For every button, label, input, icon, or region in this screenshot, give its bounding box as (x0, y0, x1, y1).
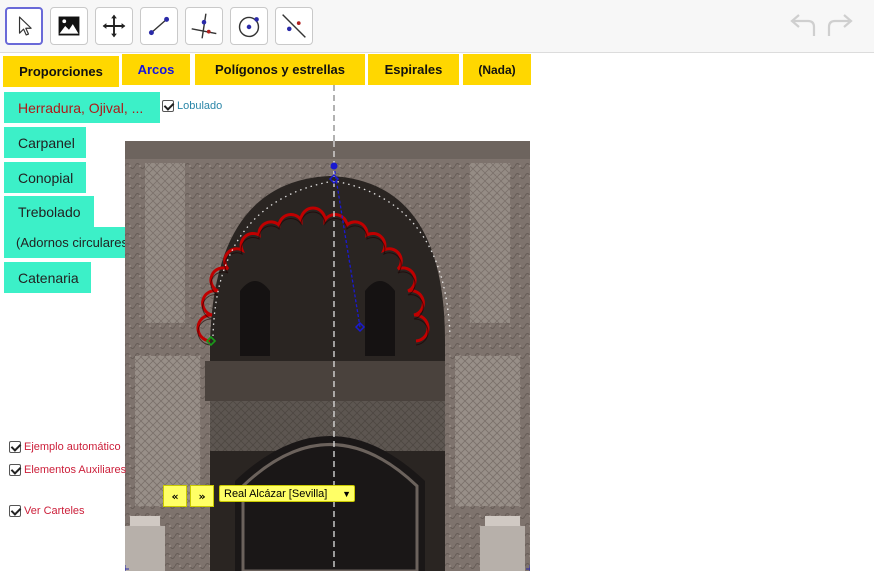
checkbox-checked-icon (9, 441, 21, 453)
checkbox-checked-icon (9, 505, 21, 517)
perpendicular-icon (191, 13, 217, 39)
tab-label: Polígonos y estrellas (214, 62, 346, 77)
checkbox-checked-icon (9, 464, 21, 476)
nav-label: » (198, 489, 206, 503)
arc-carpanel-button[interactable]: Carpanel (4, 127, 86, 158)
arc-catenaria-button[interactable]: Catenaria (4, 262, 91, 293)
arc-adornos-circulares-button[interactable]: (Adornos circulares) (4, 227, 145, 258)
arc-trebolado-button[interactable]: Trebolado (4, 196, 94, 227)
arc-conopial-button[interactable]: Conopial (4, 162, 86, 193)
lobulado-checkbox[interactable]: Lobulado (162, 100, 222, 112)
tab-proporciones[interactable]: Proporciones (3, 56, 119, 87)
undo-icon[interactable] (788, 12, 818, 40)
arc-button-label: Herradura, Ojival, ... (18, 99, 144, 116)
arc-button-label: Conopial (18, 169, 74, 186)
arc-button-label: Carpanel (18, 134, 75, 151)
tab-label: Proporciones (19, 64, 103, 79)
move-tool-button[interactable] (5, 7, 43, 45)
arc-herradura-button[interactable]: Herradura, Ojival, ... (4, 92, 160, 123)
segment-tool-button[interactable] (140, 7, 178, 45)
segment-icon (148, 16, 170, 36)
toolbar (0, 0, 874, 53)
previous-example-button[interactable]: « (163, 485, 187, 507)
chevron-down-icon: ▼ (342, 488, 351, 499)
tab-label: Arcos (137, 62, 175, 77)
nav-label: « (171, 489, 179, 503)
image-icon (58, 16, 80, 36)
tab-poligonos-estrellas[interactable]: Polígonos y estrellas (195, 54, 365, 85)
line-icon (282, 14, 306, 38)
redo-icon[interactable] (825, 12, 855, 40)
tab-arcos[interactable]: Arcos (122, 54, 190, 85)
ejemplo-automatico-checkbox[interactable]: Ejemplo automático (9, 441, 121, 453)
image-tool-button[interactable] (50, 7, 88, 45)
arc-button-label: (Adornos circulares) (16, 235, 133, 250)
circle-center-point-icon (238, 16, 260, 38)
axis-line-top (333, 85, 335, 142)
ver-carteles-checkbox[interactable]: Ver Carteles (9, 505, 85, 517)
checkbox-label: Ver Carteles (24, 505, 85, 517)
next-example-button[interactable]: » (190, 485, 214, 507)
line-tool-button[interactable] (275, 7, 313, 45)
example-select[interactable]: Real Alcázar [Sevilla] ▼ (219, 485, 355, 502)
move-view-tool-button[interactable] (95, 7, 133, 45)
circle-tool-button[interactable] (230, 7, 268, 45)
tab-label: (Nada) (478, 62, 516, 77)
example-select-value: Real Alcázar [Sevilla] (224, 487, 328, 500)
arc-button-label: Trebolado (18, 203, 81, 220)
checkbox-label: Lobulado (177, 100, 223, 112)
arc-button-label: Catenaria (18, 269, 79, 286)
perpendicular-tool-button[interactable] (185, 7, 223, 45)
tab-nada[interactable]: (Nada) (463, 54, 531, 85)
checkbox-checked-icon (162, 100, 174, 112)
tab-espirales[interactable]: Espirales (368, 54, 459, 85)
tab-label: Espirales (384, 62, 443, 77)
elementos-auxiliares-checkbox[interactable]: Elementos Auxiliares (9, 464, 126, 476)
arrow-cursor-icon (18, 16, 32, 36)
checkbox-label: Elementos Auxiliares (24, 464, 127, 476)
checkbox-label: Ejemplo automático (24, 441, 121, 453)
move-arrows-icon (102, 14, 126, 38)
